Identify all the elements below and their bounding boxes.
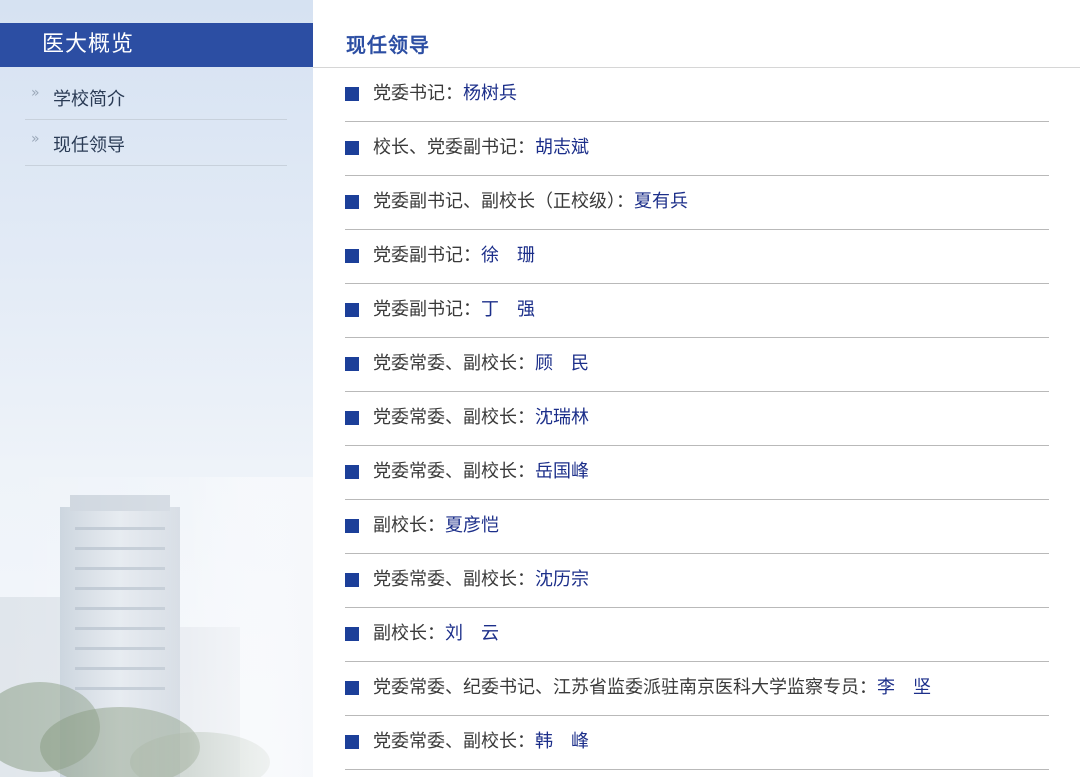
list-item: 党委副书记：丁 强 xyxy=(345,284,1049,338)
square-bullet-icon xyxy=(345,411,359,425)
square-bullet-icon xyxy=(345,303,359,317)
leader-name-link[interactable]: 沈瑞林 xyxy=(535,407,589,428)
sidebar-item-current-leaders[interactable]: » 现任领导 xyxy=(25,120,287,166)
leader-name-link[interactable]: 夏彦恺 xyxy=(445,515,499,536)
main-content: 现任领导 党委书记：杨树兵 校长、党委副书记：胡志斌 党委副书记、副校长（正校级… xyxy=(313,0,1080,777)
leader-name-link[interactable]: 徐 珊 xyxy=(481,245,535,266)
leader-name-link[interactable]: 刘 云 xyxy=(445,623,499,644)
square-bullet-icon xyxy=(345,87,359,101)
list-item: 党委副书记、副校长（正校级）：夏有兵 xyxy=(345,176,1049,230)
leader-name-link[interactable]: 韩 峰 xyxy=(535,731,589,752)
square-bullet-icon xyxy=(345,357,359,371)
double-chevron-icon: » xyxy=(31,131,40,147)
sidebar-item-label: 现任领导 xyxy=(53,135,125,156)
square-bullet-icon xyxy=(345,141,359,155)
list-item: 党委常委、副校长：沈历宗 xyxy=(345,554,1049,608)
list-item: 校长、党委副书记：胡志斌 xyxy=(345,122,1049,176)
leader-role: 党委常委、副校长： xyxy=(373,731,535,752)
sidebar: 医大概览 » 学校简介 » 现任领导 xyxy=(0,0,313,777)
square-bullet-icon xyxy=(345,681,359,695)
leader-name-link[interactable]: 沈历宗 xyxy=(535,569,589,590)
sidebar-header: 医大概览 xyxy=(0,23,313,67)
list-item: 党委常委、副校长：沈瑞林 xyxy=(345,392,1049,446)
list-item: 副校长：刘 云 xyxy=(345,608,1049,662)
leader-role: 党委常委、纪委书记、江苏省监委派驻南京医科大学监察专员： xyxy=(373,677,877,698)
sidebar-item-label: 学校简介 xyxy=(53,89,125,110)
list-item: 党委常委、副校长：顾 民 xyxy=(345,338,1049,392)
leader-name-link[interactable]: 胡志斌 xyxy=(535,137,589,158)
leader-list: 党委书记：杨树兵 校长、党委副书记：胡志斌 党委副书记、副校长（正校级）：夏有兵… xyxy=(345,68,1049,770)
leader-role: 党委常委、副校长： xyxy=(373,569,535,590)
list-item: 党委副书记：徐 珊 xyxy=(345,230,1049,284)
leader-name-link[interactable]: 夏有兵 xyxy=(634,191,688,212)
leader-name-link[interactable]: 丁 强 xyxy=(481,299,535,320)
square-bullet-icon xyxy=(345,573,359,587)
list-item: 党委书记：杨树兵 xyxy=(345,68,1049,122)
leader-role: 党委常委、副校长： xyxy=(373,461,535,482)
leader-role: 党委书记： xyxy=(373,83,463,104)
sidebar-item-school-intro[interactable]: » 学校简介 xyxy=(25,74,287,120)
leader-role: 党委副书记： xyxy=(373,299,481,320)
leader-role: 党委副书记、副校长（正校级）： xyxy=(373,191,634,212)
page-title: 现任领导 xyxy=(346,33,430,57)
square-bullet-icon xyxy=(345,519,359,533)
leader-role: 党委常委、副校长： xyxy=(373,407,535,428)
leader-role: 党委副书记： xyxy=(373,245,481,266)
leader-role: 副校长： xyxy=(373,515,445,536)
list-item: 党委常委、副校长：韩 峰 xyxy=(345,716,1049,770)
sidebar-nav: » 学校简介 » 现任领导 xyxy=(25,74,287,166)
leader-role: 党委常委、副校长： xyxy=(373,353,535,374)
leader-name-link[interactable]: 顾 民 xyxy=(535,353,589,374)
leader-role: 副校长： xyxy=(373,623,445,644)
sidebar-title: 医大概览 xyxy=(42,32,135,57)
list-item: 党委常委、副校长：岳国峰 xyxy=(345,446,1049,500)
square-bullet-icon xyxy=(345,735,359,749)
square-bullet-icon xyxy=(345,627,359,641)
list-item: 副校长：夏彦恺 xyxy=(345,500,1049,554)
square-bullet-icon xyxy=(345,465,359,479)
double-chevron-icon: » xyxy=(31,85,40,101)
leader-name-link[interactable]: 李 坚 xyxy=(877,677,931,698)
leader-role: 校长、党委副书记： xyxy=(373,137,535,158)
leader-name-link[interactable]: 岳国峰 xyxy=(535,461,589,482)
leader-name-link[interactable]: 杨树兵 xyxy=(463,83,517,104)
list-item: 党委常委、纪委书记、江苏省监委派驻南京医科大学监察专员：李 坚 xyxy=(345,662,1049,716)
campus-building-illustration xyxy=(0,477,313,777)
square-bullet-icon xyxy=(345,195,359,209)
square-bullet-icon xyxy=(345,249,359,263)
